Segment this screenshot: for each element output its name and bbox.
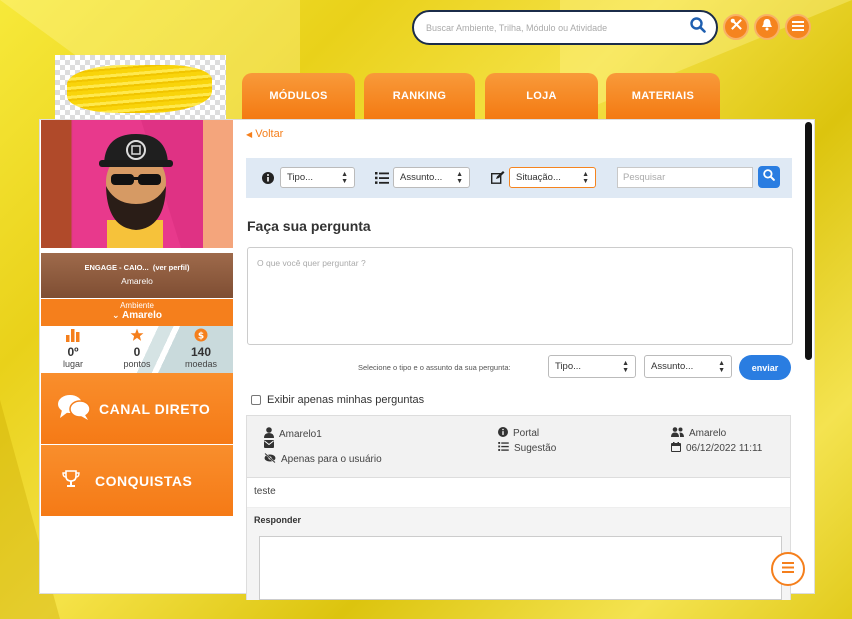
stat-moedas: $ 140 moedas (171, 326, 231, 373)
tab-modulos[interactable]: MÓDULOS (242, 73, 355, 119)
question-user: Amarelo1 (264, 427, 322, 441)
filter-search-input[interactable]: Pesquisar (617, 167, 753, 188)
only-mine-toggle[interactable]: Exibir apenas minhas perguntas (251, 394, 424, 406)
info-icon (262, 171, 274, 189)
bell-icon (761, 18, 773, 36)
filter-bar: Tipo... ▲ ▼ Assunto... ▲ ▼ Situação... ▲ ▼ Pes… (246, 158, 792, 198)
svg-text:$: $ (198, 332, 204, 342)
envelope-icon (264, 440, 274, 451)
tab-ranking[interactable]: RANKING (364, 73, 475, 119)
question-card: Amarelo1 Apenas para o usuário Portal Su… (246, 415, 791, 600)
filter-search-button[interactable] (758, 166, 780, 188)
sidebar: ENGAGE - CAIO... (ver perfil) Amarelo Am… (40, 120, 234, 595)
question-text: teste (247, 478, 790, 508)
select-arrows-icon: ▲ ▼ (582, 170, 589, 185)
question-tipo-select[interactable]: Tipo... ▲ ▼ (548, 355, 636, 378)
question-textarea[interactable]: O que você quer perguntar ? (247, 247, 793, 345)
question-visibility: Apenas para o usuário (264, 452, 382, 466)
tab-loja[interactable]: LOJA (485, 73, 598, 119)
coin-icon: $ (171, 328, 231, 342)
eye-slash-icon (264, 452, 276, 466)
trophy-icon (61, 469, 81, 492)
global-search[interactable] (412, 10, 718, 45)
stats-panel: 0º lugar 0 pontos $ 140 moedas (41, 326, 233, 373)
question-meta: Amarelo1 Apenas para o usuário Portal Su… (247, 416, 790, 478)
question-assunto-select[interactable]: Assunto... ▲ ▼ (644, 355, 732, 378)
menu-icon (782, 560, 794, 578)
tab-materiais[interactable]: MATERIAIS (606, 73, 720, 119)
conquistas-button[interactable]: CONQUISTAS (41, 445, 233, 516)
list-icon (498, 442, 509, 454)
environment-value: Amarelo (121, 310, 162, 321)
reply-label: Responder (254, 515, 302, 525)
profile-subtitle: Amarelo (121, 276, 153, 286)
menu-button[interactable] (785, 14, 811, 40)
select-hint: Selecione o tipo e o assunto da sua perg… (358, 363, 511, 372)
stat-pontos: 0 pontos (107, 326, 167, 373)
conquistas-label: CONQUISTAS (95, 472, 193, 489)
stat-lugar: 0º lugar (43, 326, 103, 373)
filter-assunto-select[interactable]: Assunto... ▲ ▼ (393, 167, 470, 188)
back-arrow-icon: ◀ (246, 130, 253, 139)
users-icon (671, 427, 684, 440)
menu-icon (792, 18, 804, 36)
question-group: Amarelo (671, 427, 726, 440)
global-search-input[interactable] (426, 22, 690, 33)
environment-selector[interactable]: Ambiente ⌄ Amarelo (41, 299, 233, 326)
notifications-button[interactable] (754, 14, 780, 40)
list-icon (375, 171, 389, 189)
canal-direto-label: CANAL DIRETO (99, 400, 211, 417)
info-icon (498, 427, 508, 440)
select-arrows-icon: ▲ ▼ (341, 170, 348, 185)
page-title: Faça sua pergunta (247, 218, 371, 234)
filter-tipo-select[interactable]: Tipo... ▲ ▼ (280, 167, 355, 188)
profile-bar[interactable]: ENGAGE - CAIO... (ver perfil) Amarelo (41, 253, 233, 298)
main-panel: ENGAGE - CAIO... (ver perfil) Amarelo Am… (39, 119, 815, 600)
question-date: 06/12/2022 11:11 (671, 442, 762, 455)
brand-logo[interactable] (55, 55, 226, 123)
floating-menu-button[interactable] (771, 552, 805, 586)
question-email (264, 440, 274, 451)
star-icon (107, 328, 167, 342)
scrollbar[interactable] (805, 122, 812, 360)
select-arrows-icon: ▲ ▼ (622, 359, 629, 374)
reply-textarea[interactable] (259, 536, 782, 600)
search-icon[interactable] (690, 17, 706, 38)
send-button[interactable]: enviar (739, 355, 791, 380)
select-arrows-icon: ▲ ▼ (456, 170, 463, 185)
question-type: Sugestão (498, 442, 556, 454)
tools-button[interactable] (723, 14, 749, 40)
tools-icon (730, 18, 743, 36)
calendar-icon (671, 442, 681, 455)
filter-situacao-select[interactable]: Situação... ▲ ▼ (509, 167, 596, 188)
back-link[interactable]: ◀ Voltar (246, 128, 283, 140)
view-profile-link[interactable]: (ver perfil) (153, 263, 190, 272)
chevron-down-icon: ⌄ (112, 310, 120, 320)
profile-name: ENGAGE - CAIO... (84, 263, 149, 272)
edit-icon (490, 171, 505, 189)
reply-section: Responder (247, 508, 790, 600)
bar-chart-icon (43, 328, 103, 342)
user-icon (264, 427, 274, 441)
search-icon (763, 168, 775, 186)
logo-brush (67, 65, 212, 113)
question-channel: Portal (498, 427, 539, 440)
only-mine-checkbox[interactable] (251, 395, 261, 405)
select-arrows-icon: ▲ ▼ (718, 359, 725, 374)
chat-bubbles-icon (57, 393, 91, 424)
forum-content: ◀ Voltar Tipo... ▲ ▼ Assunto... ▲ ▼ Situação… (246, 120, 806, 600)
canal-direto-button[interactable]: CANAL DIRETO (41, 373, 233, 444)
avatar[interactable] (41, 120, 233, 248)
environment-label: Ambiente (120, 301, 154, 310)
